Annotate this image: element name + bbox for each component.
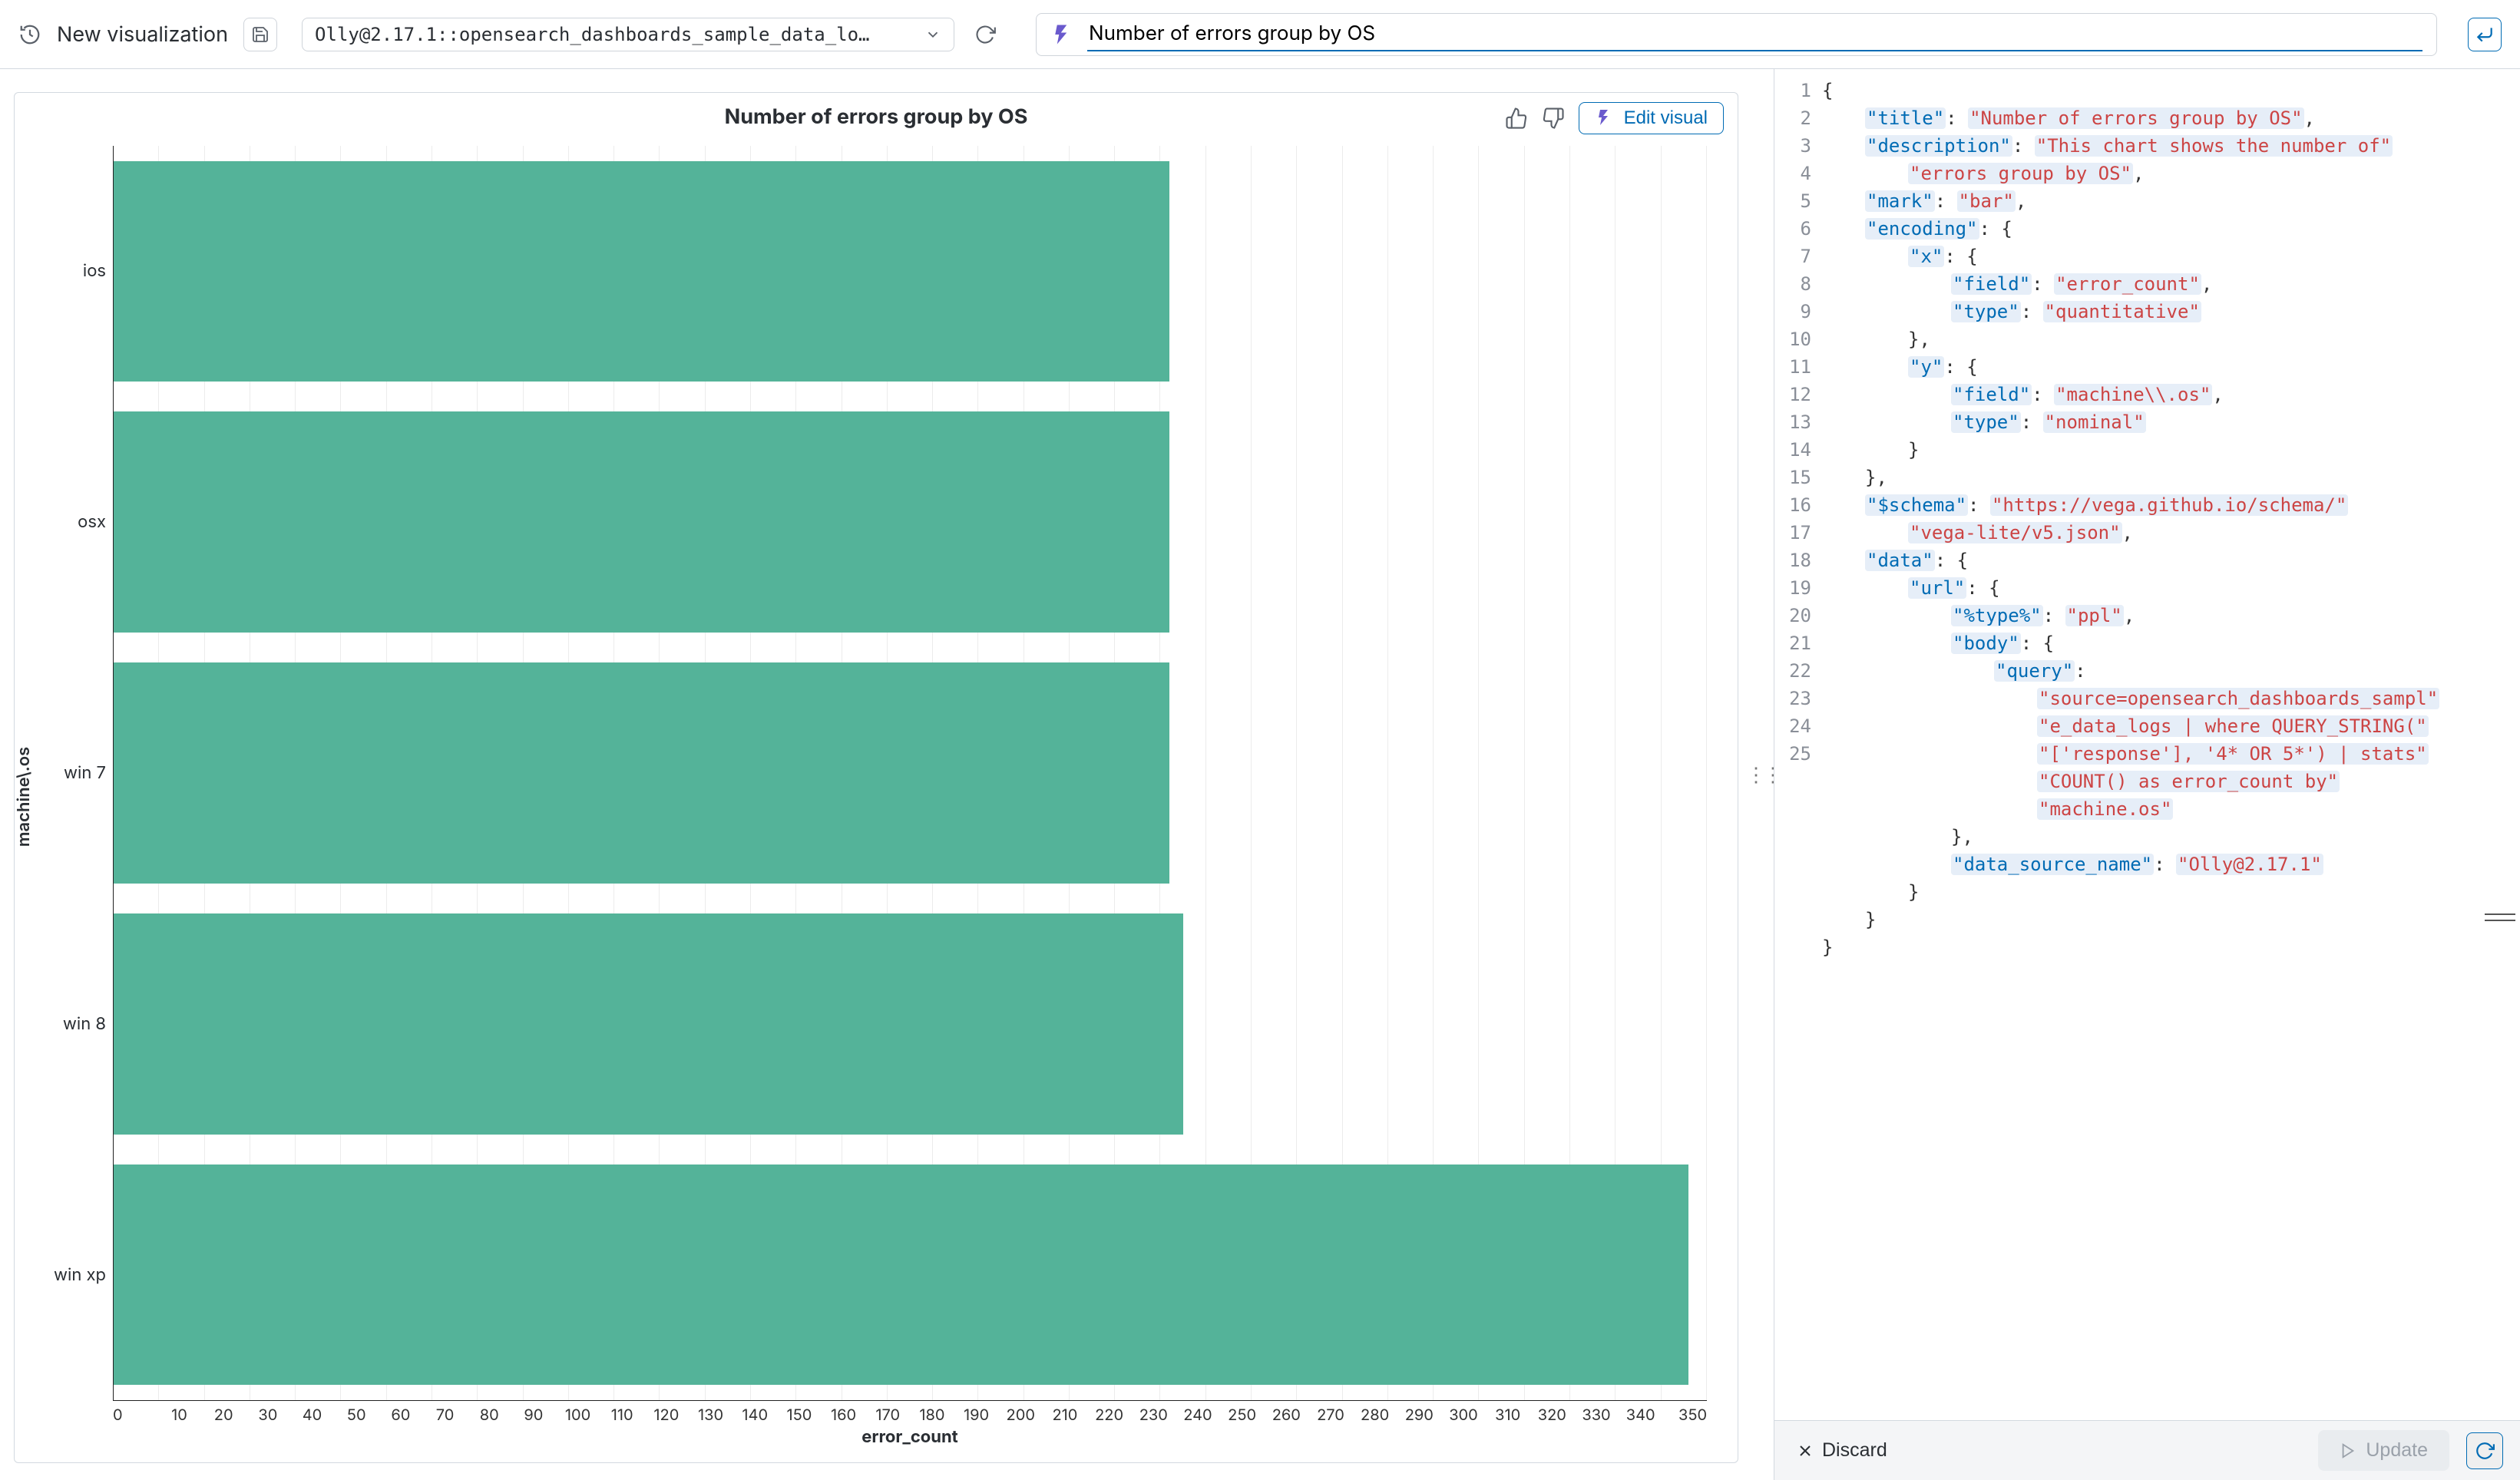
visualization-pane: Number of errors group by OS Edit visual (0, 69, 1752, 1480)
play-icon (2340, 1442, 2356, 1459)
x-tick: 10 (157, 1406, 202, 1424)
x-tick: 30 (246, 1406, 290, 1424)
x-tick: 200 (998, 1406, 1043, 1424)
bar-row: osx (114, 397, 1707, 648)
bar-row: win xp (114, 1149, 1707, 1400)
y-axis: machine\.os (30, 146, 113, 1447)
x-tick: 190 (954, 1406, 999, 1424)
discard-label: Discard (1822, 1439, 1887, 1462)
edit-visual-icon (1595, 108, 1615, 128)
chart-area: machine\.os iososxwin 7win 8win xp 01020… (15, 140, 1738, 1462)
x-axis-label: error_count (861, 1427, 957, 1447)
bar[interactable] (114, 161, 1169, 382)
x-tick: 220 (1087, 1406, 1132, 1424)
discard-button[interactable]: Discard (1791, 1439, 1892, 1462)
bar[interactable] (114, 913, 1183, 1135)
x-tick: 90 (511, 1406, 556, 1424)
assistant-icon[interactable] (1050, 23, 1073, 46)
category-label: win 7 (29, 763, 106, 783)
thumbs-down-icon[interactable] (1542, 107, 1565, 130)
edit-visual-label: Edit visual (1624, 107, 1708, 129)
datasource-select[interactable]: Olly@2.17.1::opensearch_dashboards_sampl… (302, 18, 954, 51)
update-label: Update (2366, 1439, 2428, 1462)
x-tick: 250 (1220, 1406, 1265, 1424)
visualization-card: Number of errors group by OS Edit visual (14, 92, 1738, 1463)
x-tick: 150 (777, 1406, 822, 1424)
x-tick: 310 (1486, 1406, 1530, 1424)
x-tick: 260 (1264, 1406, 1308, 1424)
category-label: ios (29, 261, 106, 281)
code-content[interactable]: {"title": "Number of errors group by OS"… (1822, 77, 2520, 1420)
code-editor[interactable]: 1234567891011121314151617181920212223242… (1774, 69, 2520, 1420)
x-tick: 350 (1663, 1406, 1708, 1424)
bar[interactable] (114, 662, 1169, 884)
chart-title: Number of errors group by OS (725, 104, 1028, 129)
x-tick: 330 (1574, 1406, 1619, 1424)
bar[interactable] (114, 1165, 1688, 1386)
plot[interactable]: iososxwin 7win 8win xp (113, 146, 1707, 1401)
edit-visual-button[interactable]: Edit visual (1579, 102, 1724, 134)
x-axis-ticks: 0102030405060708090100110120130140150160… (113, 1406, 1707, 1424)
bar-row: win 8 (114, 898, 1707, 1149)
x-tick: 230 (1131, 1406, 1176, 1424)
x-tick: 340 (1619, 1406, 1663, 1424)
x-tick: 240 (1176, 1406, 1220, 1424)
pane-splitter[interactable]: ⋮⋮ (1752, 69, 1774, 1480)
update-button[interactable]: Update (2318, 1430, 2449, 1471)
visualization-header-actions: Edit visual (1505, 102, 1724, 134)
history-icon[interactable] (18, 23, 41, 46)
category-label: osx (29, 512, 106, 532)
x-tick: 210 (1043, 1406, 1087, 1424)
x-tick: 170 (865, 1406, 910, 1424)
visualization-header: Number of errors group by OS Edit visual (15, 93, 1738, 140)
chevron-down-icon (924, 26, 941, 43)
x-tick: 140 (733, 1406, 777, 1424)
top-toolbar: New visualization Olly@2.17.1::opensearc… (0, 0, 2520, 69)
bar-row: ios (114, 146, 1707, 397)
save-button[interactable] (243, 18, 277, 51)
x-tick: 160 (822, 1406, 866, 1424)
minimap-icon (2485, 913, 2515, 921)
x-axis: 0102030405060708090100110120130140150160… (113, 1401, 1707, 1447)
x-tick: 20 (201, 1406, 246, 1424)
x-tick: 290 (1397, 1406, 1441, 1424)
x-tick: 180 (910, 1406, 954, 1424)
editor-footer: Discard Update (1774, 1420, 2520, 1480)
x-tick: 60 (379, 1406, 423, 1424)
page-title: New visualization (57, 21, 228, 47)
x-tick: 130 (689, 1406, 733, 1424)
x-tick: 70 (423, 1406, 468, 1424)
query-bar (1036, 13, 2437, 56)
x-tick: 300 (1441, 1406, 1486, 1424)
x-tick: 40 (290, 1406, 335, 1424)
main-split: Number of errors group by OS Edit visual (0, 69, 2520, 1480)
editor-pane: 1234567891011121314151617181920212223242… (1774, 69, 2520, 1480)
category-label: win xp (29, 1265, 106, 1285)
editor-refresh-button[interactable] (2466, 1432, 2503, 1469)
datasource-value: Olly@2.17.1::opensearch_dashboards_sampl… (315, 24, 915, 45)
bar[interactable] (114, 411, 1169, 633)
x-tick: 120 (644, 1406, 689, 1424)
y-axis-label: machine\.os (14, 746, 34, 847)
x-tick: 270 (1308, 1406, 1353, 1424)
query-input[interactable] (1087, 17, 2422, 51)
run-query-button[interactable] (2468, 18, 2502, 51)
x-tick: 100 (556, 1406, 600, 1424)
plot-holder: iososxwin 7win 8win xp 01020304050607080… (113, 146, 1707, 1447)
category-label: win 8 (29, 1014, 106, 1034)
bar-row: win 7 (114, 648, 1707, 899)
x-tick: 320 (1530, 1406, 1575, 1424)
x-tick: 0 (113, 1406, 157, 1424)
datasource-refresh-icon[interactable] (973, 22, 997, 47)
x-tick: 280 (1353, 1406, 1397, 1424)
line-number-gutter: 1234567891011121314151617181920212223242… (1774, 77, 1822, 1420)
x-tick: 110 (600, 1406, 644, 1424)
x-tick: 80 (467, 1406, 511, 1424)
x-tick: 50 (334, 1406, 379, 1424)
thumbs-up-icon[interactable] (1505, 107, 1528, 130)
